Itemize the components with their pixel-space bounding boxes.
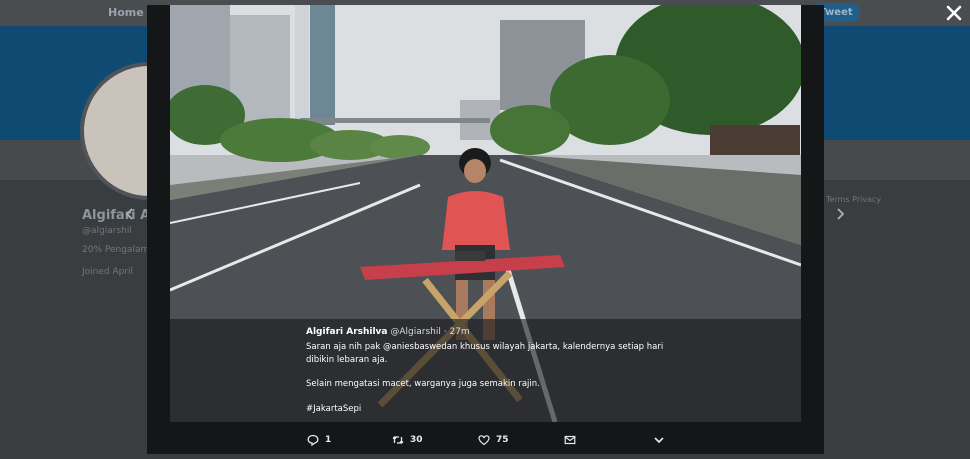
like-count: 75	[496, 435, 509, 445]
reply-icon	[307, 434, 319, 446]
profile-handle: @algiarshil	[82, 226, 132, 236]
profile-joined: Joined April	[82, 267, 134, 277]
tweet-actions-bar: 1 30 75	[147, 428, 824, 454]
reply-button[interactable]: 1	[307, 434, 331, 446]
tweet-text-overlay: Algifari Arshilva @Algiarshil · 27m Sara…	[170, 319, 801, 422]
profile-name: Algifari Ar	[82, 208, 157, 223]
direct-message-button[interactable]	[564, 434, 576, 446]
close-icon	[946, 5, 962, 21]
chevron-left-icon	[125, 208, 133, 220]
retweet-count: 30	[410, 435, 423, 445]
tweet-header: Algifari Arshilva @Algiarshil · 27m	[306, 327, 470, 337]
retweet-icon	[392, 436, 404, 444]
tweet-author-handle[interactable]: @Algiarshil	[390, 327, 440, 337]
more-options-button[interactable]	[653, 434, 665, 446]
close-button[interactable]	[945, 4, 963, 22]
tweet-author-name[interactable]: Algifari Arshilva	[306, 327, 388, 337]
tweet-text: Saran aja nih pak @aniesbaswedan khusus …	[306, 341, 686, 422]
next-button[interactable]	[834, 206, 846, 220]
reply-count: 1	[325, 435, 332, 445]
previous-button[interactable]	[124, 206, 136, 220]
heart-icon	[478, 435, 490, 446]
chevron-right-icon	[837, 208, 845, 220]
retweet-button[interactable]: 30	[392, 434, 423, 446]
mention-link[interactable]: @aniesbaswedan	[383, 342, 457, 352]
tweet-photo[interactable]: Algifari Arshilva @Algiarshil · 27m Sara…	[170, 5, 801, 422]
like-button[interactable]: 75	[478, 434, 509, 446]
mail-icon	[564, 435, 576, 445]
tweet-text-line: Selain mengatasi macet, warganya juga se…	[306, 379, 540, 389]
footer-links[interactable]: Terms Privacy	[826, 195, 881, 204]
chevron-down-icon	[654, 437, 664, 444]
nav-home-link[interactable]: Home	[108, 6, 144, 19]
tweet-text-part: Saran aja nih pak	[306, 342, 383, 352]
hashtag-link[interactable]: #JakartaSepi	[306, 403, 686, 416]
tweet-timestamp[interactable]: · 27m	[444, 327, 470, 337]
